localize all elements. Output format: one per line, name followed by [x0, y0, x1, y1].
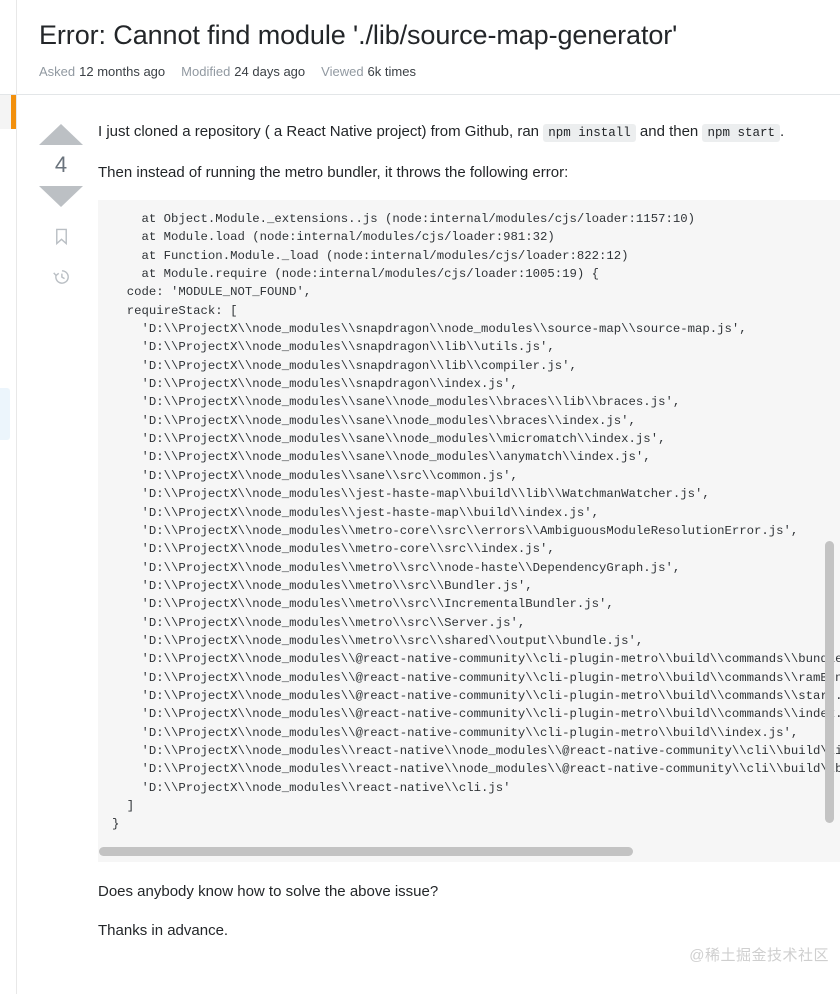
question-stats: Asked 12 months ago Modified 24 days ago V…: [39, 64, 829, 79]
vote-count: 4: [54, 152, 68, 177]
post-body: I just cloned a repository ( a React Nat…: [98, 120, 840, 958]
error-code-block[interactable]: at Object.Module._extensions..js (node:i…: [98, 200, 840, 862]
paragraph-intro: I just cloned a repository ( a React Nat…: [98, 120, 840, 145]
code-horizontal-scrollbar[interactable]: [98, 847, 840, 860]
paragraph-thanks: Thanks in advance.: [98, 922, 229, 939]
downvote-button[interactable]: [39, 186, 83, 207]
paragraph-question: Does anybody know how to solve the above…: [98, 883, 439, 900]
header-divider: [0, 94, 840, 95]
history-icon[interactable]: [51, 265, 71, 287]
intro-text-a: I just cloned a repository ( a React Nat…: [98, 123, 544, 140]
question-page: Error: Cannot find module './lib/source-…: [0, 0, 840, 994]
left-nav-highlight-blob: [0, 388, 10, 440]
upvote-button[interactable]: [39, 124, 83, 145]
modified-label: Modified: [181, 64, 231, 79]
code-horizontal-scrollbar-thumb[interactable]: [99, 847, 633, 856]
bookmark-icon[interactable]: [51, 225, 71, 247]
code-vertical-scrollbar-thumb[interactable]: [825, 541, 834, 823]
left-nav-active-background: [0, 95, 11, 129]
left-nav-active-indicator: [11, 95, 16, 129]
page-title: Error: Cannot find module './lib/source-…: [39, 20, 678, 50]
asked-value: 12 months ago: [79, 64, 166, 79]
inline-code-npm-install: npm install: [543, 124, 636, 142]
question-header: Error: Cannot find module './lib/source-…: [39, 18, 829, 79]
left-nav-divider: [16, 0, 17, 994]
vote-cell: 4: [39, 124, 83, 287]
viewed-label: Viewed: [321, 64, 364, 79]
viewed-value: 6k times: [367, 64, 416, 79]
viewed-stat: Viewed 6k times: [321, 64, 416, 79]
intro-text-c: .: [779, 123, 785, 140]
error-stack-trace: at Object.Module._extensions..js (node:i…: [112, 212, 840, 832]
code-vertical-scrollbar[interactable]: [824, 200, 838, 862]
watermark: @稀土掘金技术社区: [689, 947, 829, 964]
asked-stat: Asked 12 months ago: [39, 64, 165, 79]
modified-stat[interactable]: Modified 24 days ago: [181, 64, 305, 79]
paragraph-error-intro: Then instead of running the metro bundle…: [98, 164, 569, 181]
modified-value: 24 days ago: [234, 64, 306, 79]
inline-code-npm-start: npm start: [702, 124, 780, 142]
asked-label: Asked: [39, 64, 76, 79]
intro-text-b: and then: [635, 123, 703, 140]
